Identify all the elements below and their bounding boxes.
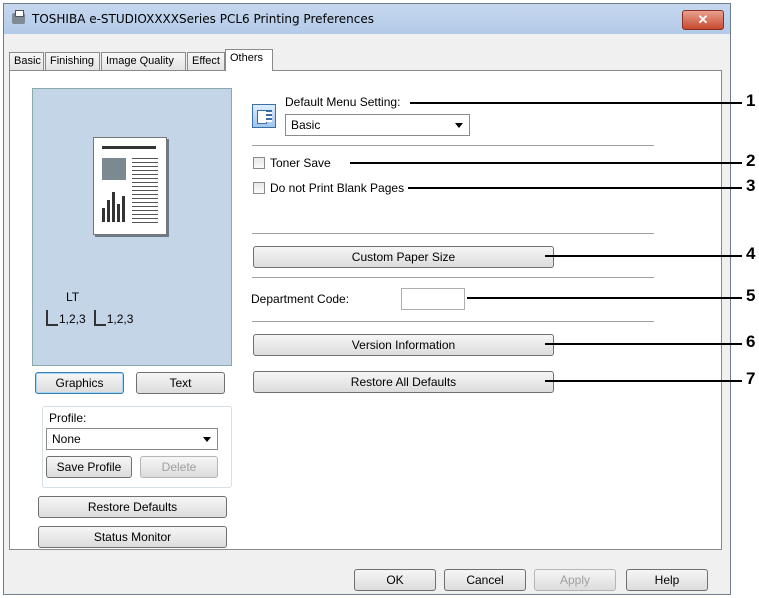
paper-size-label: LT	[66, 290, 80, 304]
close-button[interactable]: ✕	[682, 10, 724, 30]
callout-line	[467, 297, 742, 299]
divider	[252, 277, 654, 278]
printer-icon	[12, 10, 25, 24]
profile-select[interactable]: None	[46, 428, 218, 450]
divider	[252, 233, 654, 234]
cancel-button[interactable]: Cancel	[444, 569, 526, 591]
default-menu-label: Default Menu Setting:	[285, 95, 401, 109]
delete-button[interactable]: Delete	[140, 456, 218, 478]
preview-page-icon	[93, 137, 167, 235]
callout-number: 4	[746, 244, 756, 263]
apply-button[interactable]: Apply	[534, 569, 616, 591]
callout-number: 5	[746, 286, 756, 305]
help-button[interactable]: Help	[626, 569, 708, 591]
status-monitor-button[interactable]: Status Monitor	[38, 526, 227, 548]
no-blank-pages-label: Do not Print Blank Pages	[270, 181, 405, 195]
stack-label: 1,2,3	[59, 312, 86, 326]
version-information-button[interactable]: Version Information	[253, 334, 554, 356]
tab-others[interactable]: Others	[225, 49, 273, 71]
callout-line	[545, 343, 742, 345]
callout-line	[410, 102, 742, 104]
department-code-input[interactable]	[401, 288, 465, 310]
callout-line	[545, 380, 742, 382]
tab-effect[interactable]: Effect	[187, 52, 225, 70]
restore-defaults-button[interactable]: Restore Defaults	[38, 496, 227, 518]
stack-icon	[93, 310, 106, 326]
divider	[252, 321, 654, 322]
printing-preferences-dialog: TOSHIBA e-STUDIOXXXXSeries PCL6 Printing…	[3, 3, 731, 595]
restore-all-defaults-button[interactable]: Restore All Defaults	[253, 371, 554, 393]
stack-icon	[46, 310, 58, 326]
default-menu-select[interactable]: Basic	[285, 114, 470, 136]
callout-number: 6	[746, 332, 756, 351]
callout-number: 2	[746, 151, 756, 170]
window-title: TOSHIBA e-STUDIOXXXXSeries PCL6 Printing…	[32, 12, 375, 26]
profile-label: Profile:	[49, 411, 87, 425]
stack-label: 1,2,3	[106, 312, 134, 326]
save-profile-button[interactable]: Save Profile	[46, 456, 132, 478]
tab-basic[interactable]: Basic	[9, 52, 44, 70]
department-code-label: Department Code:	[251, 292, 350, 306]
profile-value: None	[52, 432, 81, 446]
callout-line	[408, 187, 742, 189]
tab-finishing[interactable]: Finishing	[45, 52, 100, 70]
ok-button[interactable]: OK	[354, 569, 436, 591]
title-bar: TOSHIBA e-STUDIOXXXXSeries PCL6 Printing…	[4, 4, 730, 34]
default-menu-icon	[252, 104, 276, 128]
divider	[252, 145, 654, 146]
callout-line	[350, 162, 742, 164]
callout-number: 1	[746, 91, 756, 110]
tab-image-quality[interactable]: Image Quality	[101, 52, 186, 70]
callout-line	[545, 255, 742, 257]
toner-save-label: Toner Save	[270, 156, 331, 170]
text-button[interactable]: Text	[136, 372, 225, 394]
output-stacks: 1,2,3 1,2,3	[46, 310, 133, 326]
callout-number: 7	[746, 369, 756, 388]
graphics-button[interactable]: Graphics	[35, 372, 124, 394]
chevron-down-icon	[203, 437, 211, 442]
callout-number: 3	[746, 176, 756, 195]
toner-save-checkbox[interactable]	[253, 157, 265, 169]
default-menu-value: Basic	[291, 118, 321, 132]
no-blank-pages-checkbox[interactable]	[253, 182, 265, 194]
custom-paper-size-button[interactable]: Custom Paper Size	[253, 246, 554, 268]
chevron-down-icon	[455, 123, 463, 128]
